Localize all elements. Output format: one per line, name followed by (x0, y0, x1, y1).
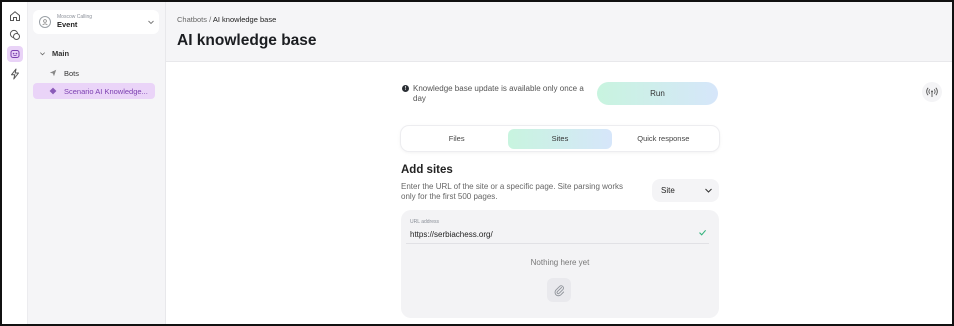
source-tabs: Files Sites Quick response (401, 126, 719, 151)
broadcast-button[interactable] (922, 82, 942, 102)
sidebar-item-scenario-ai-knowledge[interactable]: Scenario AI Knowledge... (33, 83, 155, 99)
tab-files[interactable]: Files (405, 129, 508, 149)
lightning-icon[interactable] (7, 66, 23, 82)
info-icon: ! (402, 85, 409, 92)
check-icon[interactable] (698, 228, 707, 237)
workspace-name: Event (57, 20, 78, 30)
url-input[interactable]: https://serbiachess.org/ (410, 230, 493, 239)
page-title: AI knowledge base (177, 32, 317, 49)
update-notice: ! Knowledge base update is available onl… (402, 84, 592, 104)
section-description: Enter the URL of the site or a specific … (401, 182, 624, 201)
sidebar: Moscow Calling Event Main Bots Scenario … (28, 2, 166, 324)
nav-group-label: Main (52, 49, 70, 58)
tab-quick-response[interactable]: Quick response (612, 129, 715, 149)
workspace-switcher[interactable]: Moscow Calling Event (33, 10, 159, 34)
nav-group-main[interactable]: Main (39, 49, 69, 58)
breadcrumb-current: AI knowledge base (212, 15, 277, 24)
broadcast-icon (926, 87, 938, 97)
breadcrumb-parent[interactable]: Chatbots (177, 15, 207, 24)
chatbot-icon[interactable] (7, 46, 23, 62)
paperclip-icon (554, 284, 564, 296)
sidebar-item-label: Scenario AI Knowledge... (64, 86, 148, 96)
url-field[interactable]: URL address https://serbiachess.org/ (406, 216, 709, 244)
run-button[interactable]: Run (597, 82, 718, 105)
send-icon (49, 69, 57, 77)
chevron-down-icon (148, 20, 154, 25)
diamond-icon (49, 87, 57, 95)
url-panel: URL address https://serbiachess.org/ Not… (401, 210, 719, 318)
sidebar-item-bots[interactable]: Bots (33, 65, 155, 81)
home-icon[interactable] (7, 8, 23, 24)
attach-button[interactable] (547, 278, 571, 302)
url-field-label: URL address (410, 219, 439, 225)
page-header: Chatbots / AI knowledge base AI knowledg… (166, 2, 952, 62)
tab-sites[interactable]: Sites (508, 128, 612, 149)
sidebar-item-label: Bots (64, 68, 80, 78)
select-value: Site (661, 186, 675, 195)
section-title: Add sites (401, 164, 453, 176)
main-content: ! Knowledge base update is available onl… (166, 62, 952, 324)
app-window: Moscow Calling Event Main Bots Scenario … (0, 0, 954, 326)
chevron-down-icon (40, 52, 45, 56)
chevron-down-icon (705, 188, 712, 193)
icon-rail (2, 2, 28, 324)
notice-text: Knowledge base update is available only … (413, 84, 584, 103)
chats-icon[interactable] (7, 27, 23, 43)
breadcrumb: Chatbots / AI knowledge base (177, 15, 276, 24)
empty-state-text: Nothing here yet (530, 258, 590, 267)
source-type-select[interactable]: Site (652, 179, 719, 202)
workspace-avatar-icon (39, 16, 51, 28)
